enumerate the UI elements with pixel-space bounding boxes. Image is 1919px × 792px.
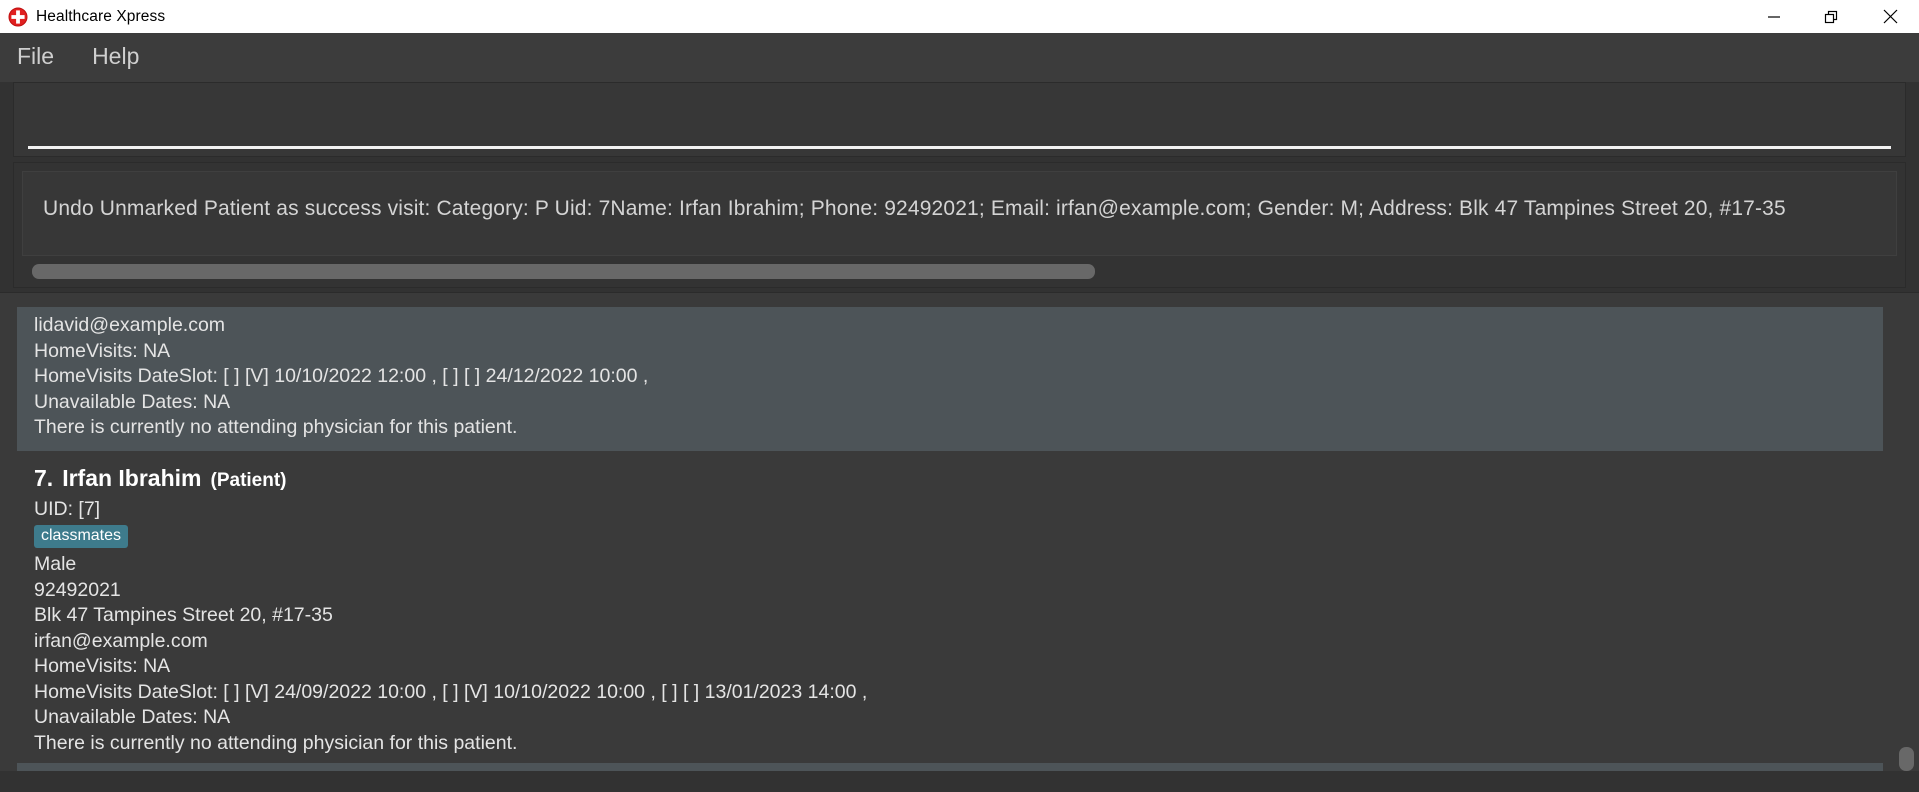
person-home-visits: HomeVisits: NA bbox=[34, 655, 171, 677]
person-unavailable-dates: Unavailable Dates: NA bbox=[34, 390, 231, 413]
person-attending-physician: There is currently no attending physicia… bbox=[34, 731, 518, 754]
result-horizontal-scrollbar-thumb[interactable] bbox=[32, 264, 1095, 279]
person-home-visits: HomeVisits: NA bbox=[34, 339, 171, 362]
minimize-button[interactable] bbox=[1745, 0, 1803, 33]
person-card-partial[interactable]: lidavid@example.com HomeVisits: NA HomeV… bbox=[17, 307, 1883, 451]
command-area bbox=[0, 82, 1919, 157]
person-list-vertical-scrollbar-thumb[interactable] bbox=[1899, 747, 1914, 771]
command-input[interactable] bbox=[28, 119, 1891, 149]
result-box: Undo Unmarked Patient as success visit: … bbox=[22, 171, 1897, 256]
result-message: Undo Unmarked Patient as success visit: … bbox=[43, 197, 1786, 220]
person-gender: Male bbox=[34, 553, 77, 575]
command-box bbox=[13, 82, 1906, 157]
person-name: Irfan Ibrahim bbox=[62, 464, 202, 491]
person-home-visits-dateslot: HomeVisits DateSlot: [ ] [V] 10/10/2022 … bbox=[34, 365, 649, 387]
person-email: irfan@example.com bbox=[34, 629, 208, 652]
person-list-viewport: lidavid@example.com HomeVisits: NA HomeV… bbox=[17, 307, 1883, 771]
person-tag[interactable]: classmates bbox=[34, 525, 129, 548]
person-tag-row: classmates bbox=[34, 522, 1883, 552]
person-address: Blk 47 Tampines Street 20, #17-35 bbox=[34, 604, 333, 626]
person-list-vertical-scrollbar[interactable] bbox=[1898, 294, 1915, 771]
person-phone: 92492021 bbox=[34, 578, 121, 601]
restore-button[interactable] bbox=[1803, 0, 1861, 33]
person-email: lidavid@example.com bbox=[34, 314, 226, 336]
person-index: 7. bbox=[34, 464, 54, 491]
person-card-next-partial[interactable] bbox=[17, 763, 1883, 771]
close-button[interactable] bbox=[1861, 0, 1919, 33]
person-role: (Patient) bbox=[210, 469, 287, 491]
menu-item-help[interactable]: Help bbox=[92, 43, 153, 72]
person-uid: UID: [7] bbox=[34, 497, 101, 520]
medical-cross-icon bbox=[8, 7, 28, 27]
person-home-visits-dateslot: HomeVisits DateSlot: [ ] [V] 24/09/2022 … bbox=[34, 680, 868, 703]
result-display-area: Undo Unmarked Patient as success visit: … bbox=[13, 162, 1906, 288]
title-bar: Healthcare Xpress bbox=[0, 0, 1919, 33]
app-title: Healthcare Xpress bbox=[36, 7, 166, 25]
menu-bar: File Help bbox=[0, 33, 1919, 82]
window-controls bbox=[1745, 0, 1919, 33]
menu-item-file[interactable]: File bbox=[17, 43, 68, 72]
person-unavailable-dates: Unavailable Dates: NA bbox=[34, 706, 231, 728]
person-card-header: 7. Irfan Ibrahim (Patient) bbox=[34, 457, 1883, 497]
person-card[interactable]: 7. Irfan Ibrahim (Patient) UID: [7] clas… bbox=[17, 450, 1883, 766]
result-horizontal-scrollbar[interactable] bbox=[22, 262, 1897, 281]
person-list-region: lidavid@example.com HomeVisits: NA HomeV… bbox=[0, 292, 1919, 771]
person-attending-physician: There is currently no attending physicia… bbox=[34, 416, 518, 438]
